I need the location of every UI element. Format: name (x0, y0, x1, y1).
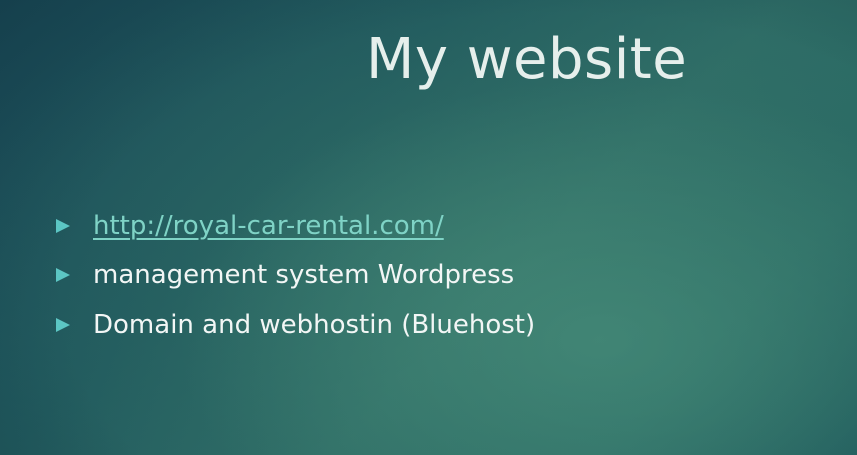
bullet-item-hosting: Domain and webhostin (Bluehost) (56, 307, 535, 343)
triangle-right-icon (56, 268, 70, 282)
bullet-list: http://royal-car-rental.com/ management … (0, 0, 857, 455)
bullet-text: Domain and webhostin (Bluehost) (93, 310, 536, 340)
triangle-right-icon (56, 318, 70, 332)
website-link[interactable]: http://royal-car-rental.com/ (93, 208, 444, 244)
bullet-text: management system Wordpress (93, 260, 515, 290)
bullet-item-website-link: http://royal-car-rental.com/ (56, 208, 444, 244)
slide: My website http://royal-car-rental.com/ … (0, 0, 857, 455)
triangle-right-icon (56, 219, 70, 233)
bullet-item-cms: management system Wordpress (56, 257, 514, 293)
